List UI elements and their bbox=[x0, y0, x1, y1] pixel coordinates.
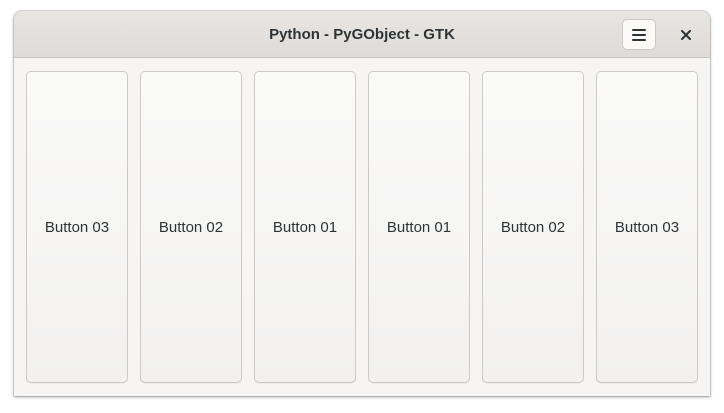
button-label: Button 02 bbox=[500, 218, 566, 236]
button-03-left[interactable]: Button 03 bbox=[26, 71, 128, 383]
button-label: Button 03 bbox=[614, 218, 680, 236]
app-window: Python - PyGObject - GTK Button 03 Butto… bbox=[14, 11, 710, 396]
button-label: Button 01 bbox=[386, 218, 452, 236]
button-label: Button 03 bbox=[44, 218, 110, 236]
button-label: Button 01 bbox=[272, 218, 338, 236]
button-03-right[interactable]: Button 03 bbox=[596, 71, 698, 383]
button-02-left[interactable]: Button 02 bbox=[140, 71, 242, 383]
window-title: Python - PyGObject - GTK bbox=[269, 26, 455, 43]
hamburger-menu-icon bbox=[632, 28, 646, 41]
close-icon bbox=[681, 30, 691, 40]
button-01-right[interactable]: Button 01 bbox=[368, 71, 470, 383]
close-button[interactable] bbox=[674, 23, 698, 47]
button-02-right[interactable]: Button 02 bbox=[482, 71, 584, 383]
button-label: Button 02 bbox=[158, 218, 224, 236]
header-bar[interactable]: Python - PyGObject - GTK bbox=[14, 11, 710, 58]
button-01-left[interactable]: Button 01 bbox=[254, 71, 356, 383]
button-box: Button 03 Button 02 Button 01 Button 01 … bbox=[14, 59, 710, 396]
main-menu-button[interactable] bbox=[622, 19, 656, 50]
